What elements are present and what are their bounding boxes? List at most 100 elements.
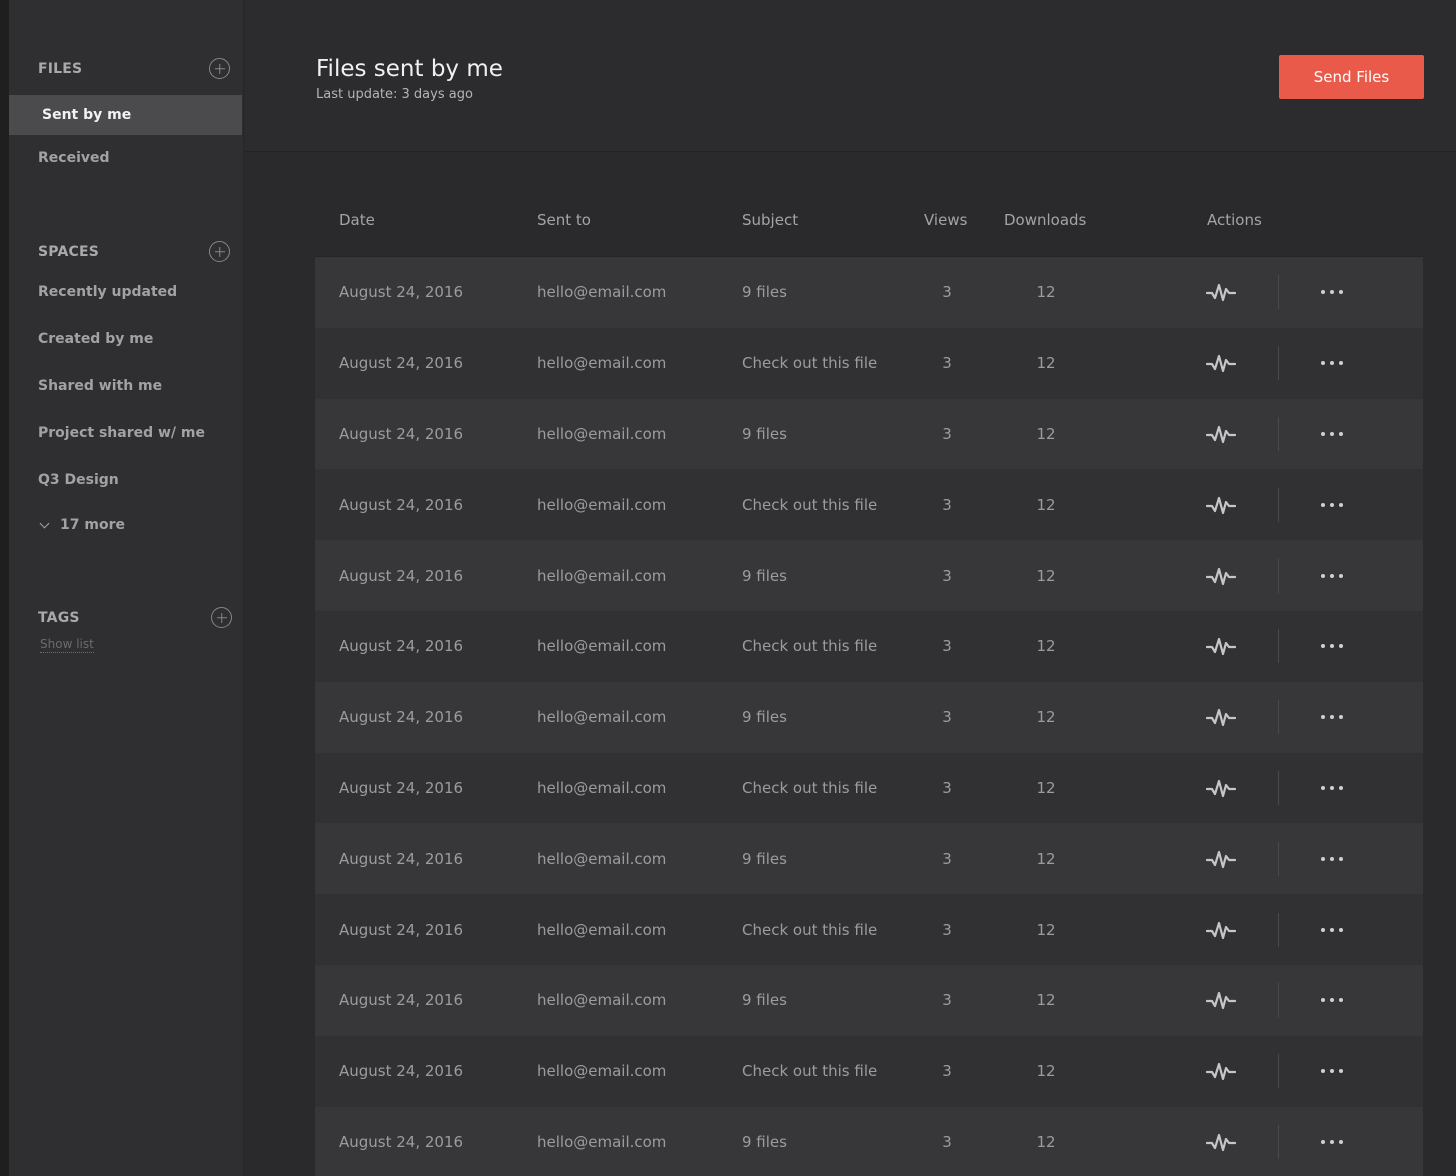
cell-date: August 24, 2016	[339, 283, 464, 302]
table-row[interactable]: August 24, 2016 hello@email.com Check ou…	[315, 752, 1423, 824]
more-options-icon[interactable]	[1319, 1066, 1347, 1076]
action-divider	[1278, 346, 1279, 381]
activity-icon[interactable]	[1206, 1061, 1236, 1081]
cell-date: August 24, 2016	[339, 920, 464, 939]
sidebar-item-recently-updated[interactable]: Recently updated	[9, 272, 242, 312]
activity-icon[interactable]	[1206, 778, 1236, 798]
cell-downloads: 12	[1036, 424, 1056, 443]
cell-views: 3	[942, 708, 952, 727]
sidebar-item-created-by-me[interactable]: Created by me	[9, 319, 242, 359]
add-tag-icon[interactable]	[211, 607, 232, 628]
column-header-views[interactable]: Views	[924, 211, 967, 229]
table-row[interactable]: August 24, 2016 hello@email.com Check ou…	[315, 894, 1423, 965]
more-options-icon[interactable]	[1319, 854, 1347, 864]
cell-sent-to: hello@email.com	[537, 920, 667, 939]
table-row[interactable]: August 24, 2016 hello@email.com Check ou…	[315, 469, 1423, 541]
files-section-title: FILES	[38, 61, 83, 77]
action-divider	[1278, 275, 1279, 310]
table-row[interactable]: August 24, 2016 hello@email.com Check ou…	[315, 610, 1423, 682]
cell-date: August 24, 2016	[339, 849, 464, 868]
cell-views: 3	[942, 354, 952, 373]
more-options-icon[interactable]	[1319, 995, 1347, 1005]
cell-views: 3	[942, 424, 952, 443]
cell-views: 3	[942, 991, 952, 1010]
activity-icon[interactable]	[1206, 920, 1236, 940]
more-options-icon[interactable]	[1319, 429, 1347, 439]
sidebar-item-shared-with-me[interactable]: Shared with me	[9, 366, 242, 406]
sidebar-item-sent-by-me[interactable]: Sent by me	[9, 95, 242, 135]
cell-downloads: 12	[1036, 778, 1056, 797]
app-window: FILES Sent by me Received SPACES Recentl…	[0, 0, 1456, 1176]
table-row[interactable]: August 24, 2016 hello@email.com 9 files …	[315, 540, 1423, 611]
column-header-subject[interactable]: Subject	[742, 211, 798, 229]
activity-icon[interactable]	[1206, 636, 1236, 656]
table-row[interactable]: August 24, 2016 hello@email.com Check ou…	[315, 1035, 1423, 1107]
tags-section-header: TAGS	[38, 607, 243, 631]
table-row[interactable]: August 24, 2016 hello@email.com 9 files …	[315, 823, 1423, 895]
cell-sent-to: hello@email.com	[537, 283, 667, 302]
cell-sent-to: hello@email.com	[537, 566, 667, 585]
activity-icon[interactable]	[1206, 707, 1236, 727]
show-tags-list-link[interactable]: Show list	[40, 637, 94, 653]
action-divider	[1278, 487, 1279, 522]
action-divider	[1278, 770, 1279, 805]
more-options-icon[interactable]	[1319, 925, 1347, 935]
sidebar-item-project-shared[interactable]: Project shared w/ me	[9, 413, 242, 453]
more-options-icon[interactable]	[1319, 287, 1347, 297]
window-edge	[0, 0, 9, 1176]
show-more-spaces[interactable]: 17 more	[38, 515, 125, 535]
column-header-date[interactable]: Date	[339, 211, 375, 229]
cell-sent-to: hello@email.com	[537, 495, 667, 514]
more-options-icon[interactable]	[1319, 712, 1347, 722]
add-space-icon[interactable]	[209, 241, 230, 262]
files-section-header: FILES	[38, 58, 243, 82]
more-options-icon[interactable]	[1319, 783, 1347, 793]
more-options-icon[interactable]	[1319, 358, 1347, 368]
spaces-section-title: SPACES	[38, 244, 100, 260]
activity-icon[interactable]	[1206, 495, 1236, 515]
more-options-icon[interactable]	[1319, 1137, 1347, 1147]
last-update-text: Last update: 3 days ago	[316, 87, 473, 102]
table-row[interactable]: August 24, 2016 hello@email.com Check ou…	[315, 327, 1423, 399]
activity-icon[interactable]	[1206, 353, 1236, 373]
cell-date: August 24, 2016	[339, 778, 464, 797]
more-options-icon[interactable]	[1319, 571, 1347, 581]
add-file-icon[interactable]	[209, 58, 230, 79]
cell-views: 3	[942, 566, 952, 585]
action-divider	[1278, 700, 1279, 735]
table-row[interactable]: August 24, 2016 hello@email.com 9 files …	[315, 681, 1423, 753]
sidebar-item-q3-design[interactable]: Q3 Design	[9, 460, 242, 500]
cell-sent-to: hello@email.com	[537, 991, 667, 1010]
activity-icon[interactable]	[1206, 1132, 1236, 1152]
sidebar-item-received[interactable]: Received	[9, 138, 242, 178]
table-body: August 24, 2016 hello@email.com 9 files …	[315, 257, 1423, 1176]
cell-subject: Check out this file	[742, 354, 878, 373]
cell-downloads: 12	[1036, 1132, 1056, 1151]
column-header-downloads[interactable]: Downloads	[1004, 211, 1086, 229]
table-row[interactable]: August 24, 2016 hello@email.com 9 files …	[315, 398, 1423, 470]
activity-icon[interactable]	[1206, 282, 1236, 302]
more-options-icon[interactable]	[1319, 641, 1347, 651]
cell-sent-to: hello@email.com	[537, 708, 667, 727]
table-row[interactable]: August 24, 2016 hello@email.com 9 files …	[315, 257, 1423, 328]
table-row[interactable]: August 24, 2016 hello@email.com 9 files …	[315, 964, 1423, 1036]
cell-date: August 24, 2016	[339, 708, 464, 727]
cell-subject: 9 files	[742, 708, 787, 727]
action-divider	[1278, 912, 1279, 947]
table-row[interactable]: August 24, 2016 hello@email.com 9 files …	[315, 1106, 1423, 1176]
cell-downloads: 12	[1036, 637, 1056, 656]
column-header-sent-to[interactable]: Sent to	[537, 211, 591, 229]
activity-icon[interactable]	[1206, 849, 1236, 869]
send-files-button[interactable]: Send Files	[1279, 55, 1424, 99]
page-title: Files sent by me	[316, 56, 503, 82]
cell-date: August 24, 2016	[339, 495, 464, 514]
cell-subject: Check out this file	[742, 637, 878, 656]
activity-icon[interactable]	[1206, 424, 1236, 444]
more-options-icon[interactable]	[1319, 500, 1347, 510]
cell-date: August 24, 2016	[339, 991, 464, 1010]
spaces-section-header: SPACES	[38, 241, 243, 265]
action-divider	[1278, 1124, 1279, 1159]
cell-date: August 24, 2016	[339, 637, 464, 656]
activity-icon[interactable]	[1206, 990, 1236, 1010]
activity-icon[interactable]	[1206, 566, 1236, 586]
